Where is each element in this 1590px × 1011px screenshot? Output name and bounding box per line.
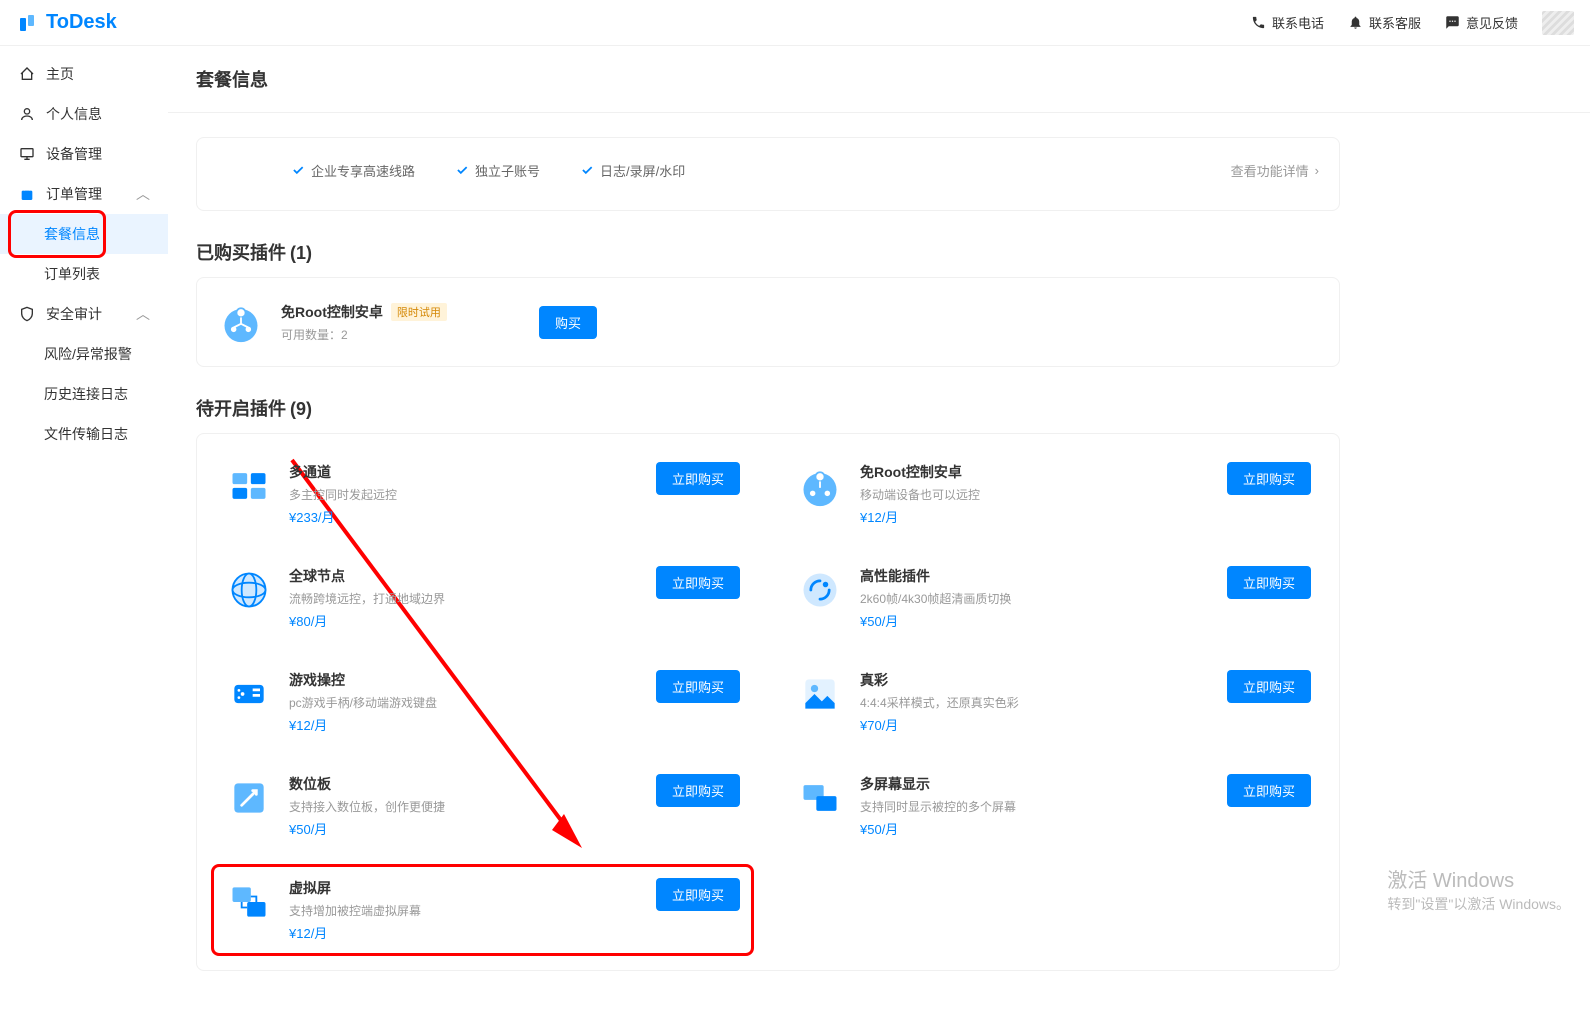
- plugin-item: 虚拟屏 支持增加被控端虚拟屏幕 ¥12/月 立即购买: [217, 870, 748, 950]
- nav-home[interactable]: 主页: [0, 54, 168, 94]
- plugin-item: 多屏幕显示 支持同时显示被控的多个屏幕 ¥50/月 立即购买: [788, 766, 1319, 846]
- avatar[interactable]: [1542, 11, 1574, 35]
- plugin-icon: [796, 774, 844, 822]
- service-link[interactable]: 联系客服: [1348, 13, 1421, 32]
- enterprise-detail-link[interactable]: 查看功能详情 ›: [1231, 161, 1319, 180]
- plugin-desc: 移动端设备也可以远控: [860, 486, 1211, 503]
- nav-connect-log[interactable]: 历史连接日志: [0, 374, 168, 414]
- plugin-item: 高性能插件 2k60帧/4k30帧超清画质切换 ¥50/月 立即购买: [788, 558, 1319, 638]
- phone-link[interactable]: 联系电话: [1251, 13, 1324, 32]
- plugin-icon: [796, 670, 844, 718]
- buy-now-button[interactable]: 立即购买: [1227, 670, 1311, 703]
- plugin-name: 多屏幕显示: [860, 774, 1211, 794]
- buy-now-button[interactable]: 立即购买: [1227, 774, 1311, 807]
- plugin-price: ¥50/月: [860, 819, 1211, 838]
- plugin-price: ¥50/月: [860, 611, 1211, 630]
- plugin-name: 多通道: [289, 462, 640, 482]
- plugin-name: 数位板: [289, 774, 640, 794]
- nav-transfer-log[interactable]: 文件传输日志: [0, 414, 168, 454]
- home-icon: [18, 65, 36, 83]
- main-content: 套餐信息 企业专享高速线路 独立子账号 日志/录屏/水印 查看功能详情 › 已购…: [168, 46, 1590, 1011]
- plugin-name: 游戏操控: [289, 670, 640, 690]
- plugin-desc: 多主控同时发起远控: [289, 486, 640, 503]
- chevron-up-icon: ︿: [136, 304, 150, 324]
- plugin-name: 全球节点: [289, 566, 640, 586]
- nav-risk[interactable]: 风险/异常报警: [0, 334, 168, 374]
- plugin-desc: 支持接入数位板，创作更便捷: [289, 798, 640, 815]
- feedback-link[interactable]: 意见反馈: [1445, 13, 1518, 32]
- plugin-icon: [796, 566, 844, 614]
- sidebar: 主页 个人信息 设备管理 订单管理 ︿ 套餐信息 订单列表 安全审计 ︿: [0, 46, 168, 1011]
- nav-profile[interactable]: 个人信息: [0, 94, 168, 134]
- trial-badge: 限时试用: [391, 303, 447, 321]
- plugin-price: ¥12/月: [289, 715, 640, 734]
- monitor-icon: [18, 145, 36, 163]
- nav-orders[interactable]: 订单管理 ︿: [0, 174, 168, 214]
- plugin-desc: 流畅跨境远控，打通地域边界: [289, 590, 640, 607]
- feature-item: 独立子账号: [455, 161, 540, 180]
- pending-card: 多通道 多主控同时发起远控 ¥233/月 立即购买 免Root控制安卓 移动端设…: [196, 433, 1340, 971]
- plugin-desc: 4:4:4采样模式，还原真实色彩: [860, 694, 1211, 711]
- buy-button[interactable]: 购买: [539, 306, 597, 339]
- plugin-desc: 支持同时显示被控的多个屏幕: [860, 798, 1211, 815]
- plugin-desc: pc游戏手柄/移动端游戏键盘: [289, 694, 640, 711]
- plugin-price: ¥233/月: [289, 507, 640, 526]
- user-icon: [18, 105, 36, 123]
- header-right: 联系电话 联系客服 意见反馈: [1251, 11, 1574, 35]
- plugin-item: 免Root控制安卓 移动端设备也可以远控 ¥12/月 立即购买: [788, 454, 1319, 534]
- buy-now-button[interactable]: 立即购买: [656, 774, 740, 807]
- purchased-title: 已购买插件(1): [196, 239, 1340, 265]
- enterprise-features: 企业专享高速线路 独立子账号 日志/录屏/水印: [291, 161, 1231, 180]
- feature-item: 企业专享高速线路: [291, 161, 415, 180]
- bell-icon: [1348, 15, 1363, 30]
- plugin-item: 数位板 支持接入数位板，创作更便捷 ¥50/月 立即购买: [217, 766, 748, 846]
- plugin-item: 真彩 4:4:4采样模式，还原真实色彩 ¥70/月 立即购买: [788, 662, 1319, 742]
- plugin-icon: [225, 774, 273, 822]
- annotation-box: [211, 864, 754, 956]
- phone-icon: [1251, 15, 1266, 30]
- purchased-card: 免Root控制安卓 限时试用 可用数量：2 购买: [196, 277, 1340, 367]
- plugin-price: ¥80/月: [289, 611, 640, 630]
- pending-title: 待开启插件(9): [196, 395, 1340, 421]
- plugin-price: ¥50/月: [289, 819, 640, 838]
- header: ToDesk 联系电话 联系客服 意见反馈: [0, 0, 1590, 46]
- buy-now-button[interactable]: 立即购买: [1227, 566, 1311, 599]
- android-icon: [217, 298, 265, 346]
- plugin-icon: [225, 566, 273, 614]
- nav-devices[interactable]: 设备管理: [0, 134, 168, 174]
- plugin-icon: [225, 462, 273, 510]
- plugin-name: 高性能插件: [860, 566, 1211, 586]
- feature-item: 日志/录屏/水印: [580, 161, 685, 180]
- plugin-icon: [225, 670, 273, 718]
- logo-icon: [16, 11, 40, 35]
- buy-now-button[interactable]: 立即购买: [656, 670, 740, 703]
- buy-now-button[interactable]: 立即购买: [656, 462, 740, 495]
- buy-now-button[interactable]: 立即购买: [1227, 462, 1311, 495]
- plugin-desc: 可用数量：2: [281, 326, 523, 343]
- plugin-item: 全球节点 流畅跨境远控，打通地域边界 ¥80/月 立即购买: [217, 558, 748, 638]
- plugin-item: 多通道 多主控同时发起远控 ¥233/月 立即购买: [217, 454, 748, 534]
- plugin-name: 免Root控制安卓: [860, 462, 1211, 482]
- plugin-icon: [796, 462, 844, 510]
- annotation-box: [8, 210, 106, 258]
- nav-order-list[interactable]: 订单列表: [0, 254, 168, 294]
- plugin-name: 真彩: [860, 670, 1211, 690]
- buy-now-button[interactable]: 立即购买: [656, 566, 740, 599]
- plugin-item: 游戏操控 pc游戏手柄/移动端游戏键盘 ¥12/月 立即购买: [217, 662, 748, 742]
- page-title: 套餐信息: [168, 46, 1590, 113]
- chevron-right-icon: ›: [1315, 163, 1319, 178]
- plugin-price: ¥12/月: [860, 507, 1211, 526]
- logo-text: ToDesk: [46, 11, 117, 34]
- nav-security[interactable]: 安全审计 ︿: [0, 294, 168, 334]
- bag-icon: [18, 185, 36, 203]
- chevron-up-icon: ︿: [136, 184, 150, 204]
- plugin-desc: 2k60帧/4k30帧超清画质切换: [860, 590, 1211, 607]
- logo[interactable]: ToDesk: [16, 11, 117, 35]
- enterprise-card: 企业专享高速线路 独立子账号 日志/录屏/水印 查看功能详情 ›: [196, 137, 1340, 211]
- chat-icon: [1445, 15, 1460, 30]
- plugin-name: 免Root控制安卓 限时试用: [281, 302, 523, 322]
- shield-icon: [18, 305, 36, 323]
- plugin-price: ¥70/月: [860, 715, 1211, 734]
